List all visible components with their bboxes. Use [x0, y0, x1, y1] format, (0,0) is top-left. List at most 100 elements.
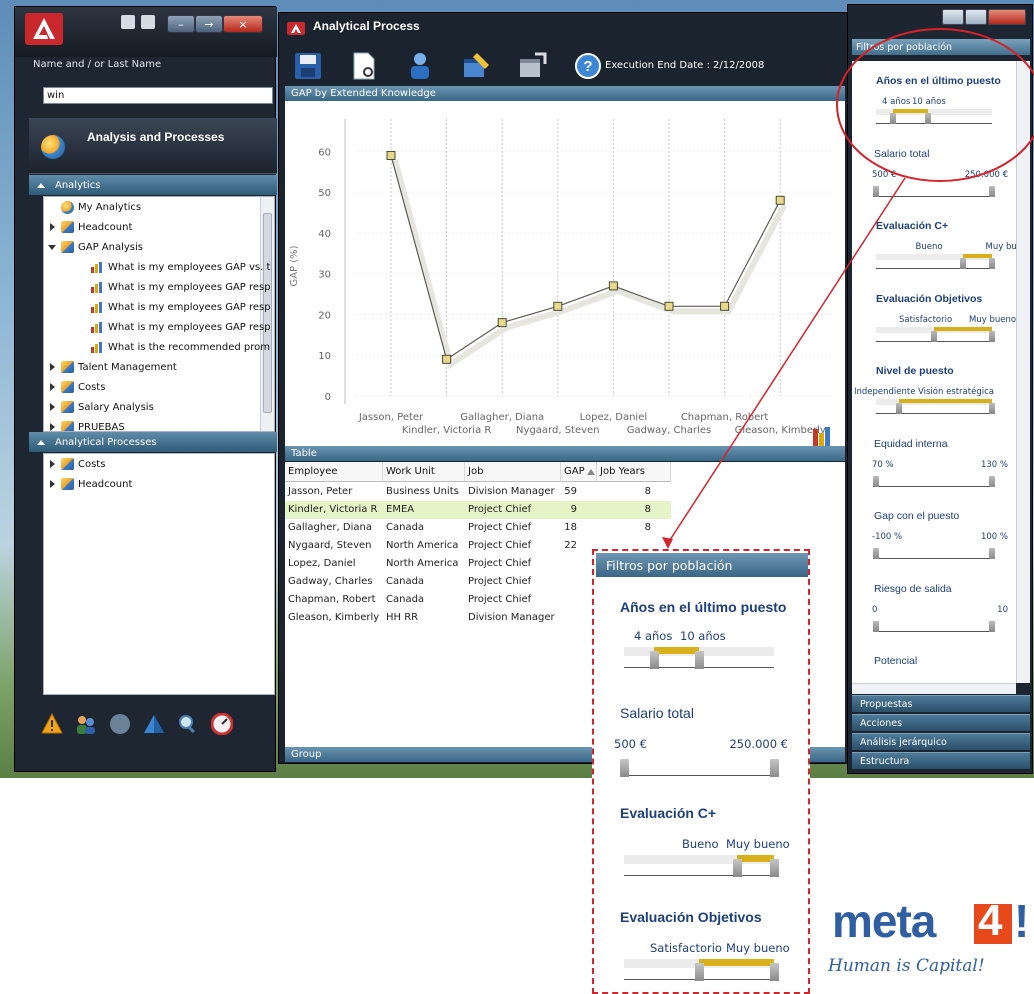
tree-item[interactable]: Salary Analysis [44, 397, 274, 417]
filter-slider-thumb[interactable] [896, 403, 903, 414]
meta4-logo: meta 4 ! Human is Capital! [828, 890, 1034, 994]
table-row[interactable]: Kindler, Victoria R EMEA Project Chief 9 8 [285, 501, 671, 519]
tree-item[interactable]: My Analytics [44, 197, 274, 217]
analytical-processes-section-label: Analytical Processes [55, 436, 157, 448]
column-header[interactable]: Employee [285, 462, 383, 482]
accordion-an-lisis-jer-rquico[interactable]: Análisis jerárquico [852, 733, 1030, 750]
export-table-icon[interactable] [517, 51, 547, 81]
expand-closed-icon[interactable] [48, 382, 57, 392]
expand-open-icon[interactable] [48, 243, 57, 252]
filter-slider-track[interactable] [876, 195, 992, 197]
warning-icon[interactable] [41, 713, 63, 735]
expand-closed-icon[interactable] [48, 422, 57, 432]
zoom-filter-slider-thumb[interactable] [770, 759, 779, 777]
filter-slider-thumb[interactable] [960, 258, 966, 269]
table-cell: Project Chief [468, 576, 532, 587]
dock-arrow-button[interactable]: → [195, 15, 223, 33]
filter-slider-thumb[interactable] [873, 620, 879, 632]
tree-item[interactable]: GAP Analysis [44, 237, 274, 257]
filter-slider-thumb[interactable] [989, 620, 995, 632]
search-icon[interactable] [177, 713, 199, 735]
filter-slider-thumb[interactable] [989, 258, 995, 269]
sphere-icon[interactable] [109, 713, 131, 735]
tree-item[interactable]: Costs [44, 454, 274, 474]
filter-slider-thumb[interactable] [989, 475, 995, 487]
tree-item[interactable]: What is the recommended prom [44, 337, 274, 357]
filter-slider-track[interactable] [876, 558, 992, 559]
filters-scrollbar[interactable] [1016, 61, 1030, 683]
accordion-acciones[interactable]: Acciones [852, 714, 1030, 731]
tree-item[interactable]: Costs [44, 377, 274, 397]
accordion-propuestas[interactable]: Propuestas [852, 695, 1030, 712]
tree-item-label: What is the recommended prom [108, 341, 270, 353]
tree-item-label: Talent Management [78, 361, 177, 373]
column-header[interactable]: Work Unit [383, 462, 465, 482]
tree-item[interactable]: Headcount [44, 474, 274, 494]
document-icon[interactable] [141, 15, 155, 29]
tree-item[interactable]: What is my employees GAP resp [44, 277, 274, 297]
filter-slider-thumb[interactable] [873, 548, 879, 559]
expand-closed-icon[interactable] [48, 222, 57, 232]
close-button[interactable]: × [223, 15, 263, 33]
x-tick-label: Chapman, Robert [681, 412, 769, 423]
expand-closed-icon[interactable] [48, 402, 57, 412]
pyramid-icon[interactable] [143, 713, 165, 735]
accordion-estructura[interactable]: Estructura [852, 752, 1030, 769]
zoom-filter-slider-thumb[interactable] [770, 963, 779, 981]
zoom-filter-slider-thumb[interactable] [620, 759, 629, 777]
tree-item[interactable]: What is my employees GAP resp [44, 297, 274, 317]
minimize-button[interactable] [942, 9, 964, 25]
close-button[interactable] [988, 9, 1026, 25]
user-icon[interactable] [405, 51, 435, 81]
expand-closed-icon[interactable] [48, 362, 57, 372]
column-header[interactable]: Job [465, 462, 561, 482]
filter-slider-track[interactable] [876, 268, 992, 269]
sort-ascending-icon[interactable] [587, 469, 595, 475]
edit-table-icon[interactable] [461, 51, 491, 81]
tree-item[interactable]: What is my employees GAP resp [44, 317, 274, 337]
filter-slider-track[interactable] [876, 485, 992, 487]
column-header[interactable]: Job Years [597, 462, 671, 482]
zoom-filter-slider-track[interactable] [624, 875, 774, 876]
y-tick-label: 50 [318, 188, 331, 199]
people-icon[interactable] [75, 713, 97, 735]
zoom-filter-slider-thumb[interactable] [770, 859, 779, 877]
tree-item[interactable]: PRUEBAS [44, 417, 274, 432]
help-icon[interactable]: ? [573, 51, 603, 81]
tree-item[interactable]: Headcount [44, 217, 274, 237]
zoom-filter-slider-thumb[interactable] [650, 651, 659, 669]
filter-slider-thumb[interactable] [989, 330, 995, 342]
expand-closed-icon[interactable] [48, 479, 57, 489]
filter-slider-thumb[interactable] [925, 113, 932, 124]
tree-item[interactable]: Talent Management [44, 357, 274, 377]
filter-slider-thumb[interactable] [989, 548, 995, 559]
tree-item[interactable]: What is my employees GAP vs. t [44, 257, 274, 277]
maximize-button[interactable] [965, 9, 987, 25]
table-row[interactable]: Gallagher, Diana Canada Project Chief 18 8 [285, 519, 671, 537]
filter-slider-thumb[interactable] [873, 475, 879, 487]
filter-slider-thumb[interactable] [989, 403, 995, 414]
filter-slider-track[interactable] [876, 413, 992, 414]
filters-horizontal-scrollbar[interactable] [852, 683, 1016, 694]
filter-slider-thumb[interactable] [931, 330, 937, 342]
preview-document-icon[interactable] [349, 51, 379, 81]
zoom-filter-slider-track[interactable] [624, 775, 774, 776]
table-row[interactable]: Jasson, Peter Business Units Division Mana… [285, 483, 671, 501]
analytics-section-header[interactable]: Analytics [29, 175, 277, 195]
expand-closed-icon[interactable] [48, 459, 57, 469]
execution-end-date: Execution End Date : 2/12/2008 [605, 60, 765, 71]
table-cell: Project Chief [468, 558, 532, 569]
zoom-filter-slider-thumb[interactable] [695, 963, 704, 981]
minimize-button[interactable]: – [167, 15, 195, 33]
gauge-icon[interactable] [211, 713, 233, 735]
zoom-filter-slider-thumb[interactable] [732, 859, 742, 877]
users-icon[interactable] [121, 15, 135, 29]
analytical-processes-section-header[interactable]: Analytical Processes [29, 432, 277, 452]
filter-slider-track[interactable] [876, 630, 992, 632]
filter-slider-thumb[interactable] [890, 113, 897, 124]
name-search-input[interactable]: win [43, 87, 273, 104]
filter-slider-thumb[interactable] [989, 185, 995, 197]
zoom-filter-slider-thumb[interactable] [695, 651, 704, 669]
save-icon[interactable] [293, 51, 323, 81]
filter-slider-thumb[interactable] [873, 185, 879, 197]
